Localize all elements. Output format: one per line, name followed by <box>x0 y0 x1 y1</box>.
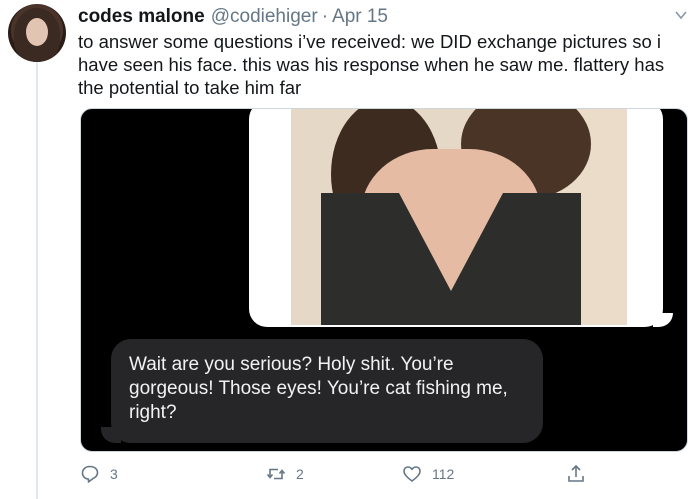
separator: · <box>321 6 329 27</box>
avatar-face <box>26 18 48 46</box>
tweet-header: codes malone @codiehiger · Apr 15 <box>78 6 680 30</box>
tweet-date[interactable]: Apr 15 <box>332 6 388 28</box>
reply-icon <box>81 465 99 483</box>
reply-button[interactable]: 3 <box>80 464 118 484</box>
tweet-actions: 3 2 112 <box>80 464 600 492</box>
received-message-bubble: Wait are you serious? Holy shit. You’re … <box>111 339 543 443</box>
sent-photo <box>291 109 627 325</box>
share-button[interactable] <box>566 464 596 484</box>
retweet-button[interactable]: 2 <box>266 464 304 484</box>
chevron-down-icon[interactable] <box>674 8 688 22</box>
avatar[interactable] <box>8 4 66 62</box>
share-icon <box>568 464 584 482</box>
received-message-text: Wait are you serious? Holy shit. You’re … <box>129 354 508 423</box>
like-count: 112 <box>432 466 455 482</box>
retweet-count: 2 <box>296 466 304 482</box>
tweet-text: to answer some questions i’ve received: … <box>78 31 665 98</box>
heart-icon <box>403 466 421 482</box>
retweet-icon <box>266 468 286 480</box>
photo-bubble-tail <box>653 313 673 327</box>
tweet-media-image[interactable]: Wait are you serious? Holy shit. You’re … <box>80 108 688 452</box>
like-button[interactable]: 112 <box>402 464 454 484</box>
reply-count: 3 <box>110 466 118 482</box>
user-handle[interactable]: @codiehiger <box>211 6 318 28</box>
thread-line <box>36 60 38 499</box>
display-name[interactable]: codes malone <box>78 6 205 28</box>
